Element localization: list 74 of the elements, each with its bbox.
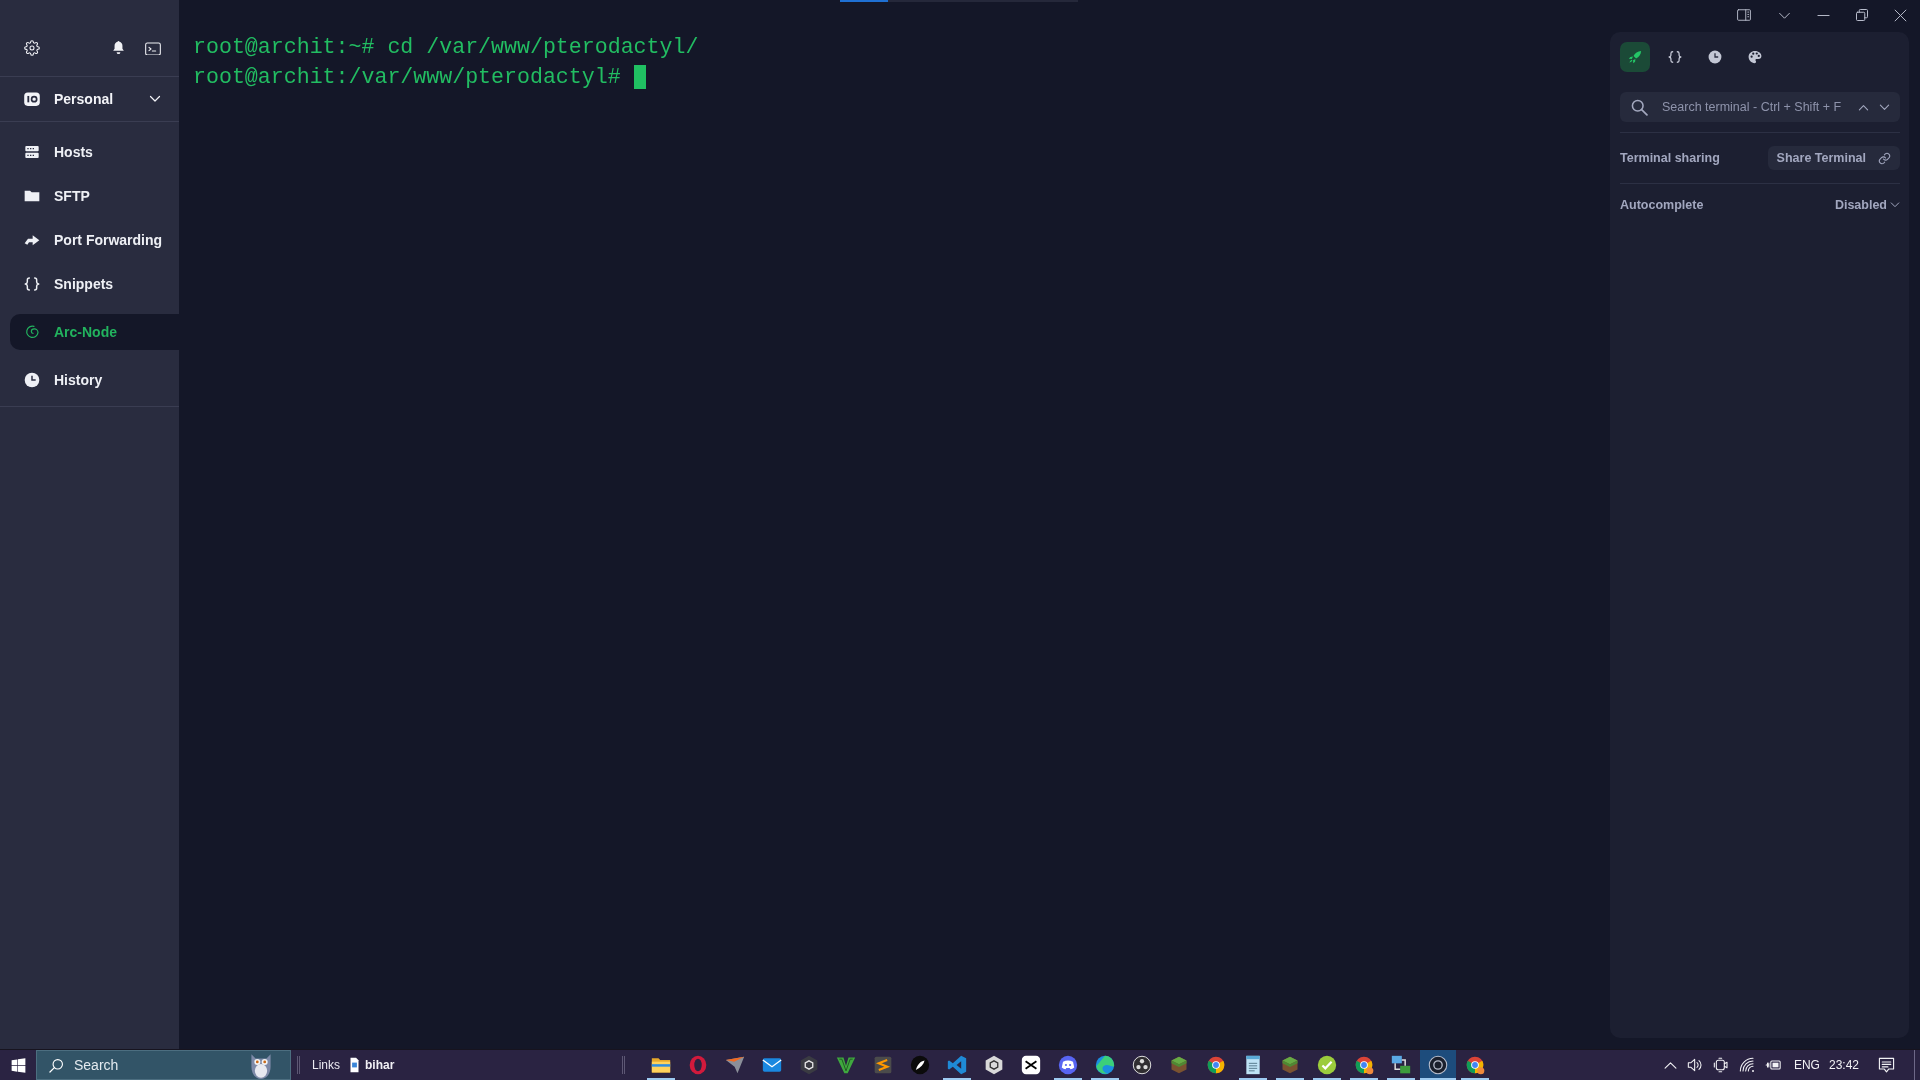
link-icon — [1878, 151, 1891, 165]
server-icon — [24, 144, 40, 160]
envelope-icon — [762, 1055, 782, 1075]
ring-icon — [688, 1055, 708, 1075]
share-terminal-button[interactable]: Share Terminal — [1767, 146, 1900, 170]
search-icon — [1631, 98, 1648, 116]
search-field[interactable]: Search — [36, 1050, 291, 1080]
sidebar-item[interactable]: Snippets — [0, 262, 179, 306]
four-pane-logo-icon — [10, 1057, 26, 1073]
segmented-circle-icon — [1354, 1055, 1374, 1075]
terminal-icon[interactable] — [145, 40, 161, 55]
clock-icon — [1708, 50, 1722, 64]
feather-icon — [910, 1055, 930, 1075]
camera-icon[interactable] — [1712, 1057, 1729, 1073]
settings-icon[interactable] — [24, 39, 40, 56]
x-tile-icon — [1021, 1055, 1041, 1075]
panel-toggle-icon[interactable] — [1736, 8, 1752, 22]
close-icon[interactable] — [1894, 8, 1907, 22]
folder-icon — [24, 188, 40, 204]
hexagon-icon — [799, 1055, 819, 1075]
braces-icon — [24, 276, 40, 292]
grass-block-icon — [1280, 1055, 1300, 1075]
notification-icon[interactable] — [1878, 1056, 1895, 1074]
sidebar-item[interactable]: Arc-Node — [10, 314, 179, 350]
vault-icon — [23, 90, 41, 108]
restore-icon[interactable] — [1856, 9, 1868, 21]
swirl-icon — [24, 324, 40, 340]
terminal-line: root@archit:~# cd /var/www/pterodactyl/ — [193, 34, 699, 61]
segmented-circle-icon — [1465, 1055, 1485, 1075]
wifi-icon[interactable] — [1738, 1057, 1755, 1073]
arrowhead-icon — [725, 1055, 745, 1075]
grass-block-icon — [1169, 1055, 1189, 1075]
search-input[interactable]: Search terminal - Ctrl + Shift + F — [1662, 97, 1850, 117]
battery-icon[interactable] — [1764, 1057, 1782, 1073]
speaker-icon[interactable] — [1686, 1057, 1703, 1073]
search-field[interactable]: Search terminal - Ctrl + Shift + F — [1620, 92, 1900, 122]
braces-icon — [1668, 50, 1682, 64]
ribbon-icon — [947, 1055, 967, 1075]
panel-tab[interactable] — [1620, 42, 1650, 72]
toolbar-item[interactable]: bihar — [349, 1056, 395, 1074]
file-icon — [349, 1057, 360, 1073]
chevron-down-icon — [1890, 200, 1900, 210]
sidebar-item[interactable]: Port Forwarding — [0, 218, 179, 262]
setting-label: Autocomplete — [1620, 196, 1704, 214]
zigzag-tile-icon — [873, 1055, 893, 1075]
three-dot-circle-icon — [1132, 1055, 1152, 1075]
bell-icon[interactable] — [111, 39, 126, 56]
sidebar-item[interactable]: History — [0, 358, 179, 402]
sidebar-item[interactable]: SFTP — [0, 174, 179, 218]
taskbar-app-button[interactable] — [1420, 1050, 1456, 1080]
search-input[interactable]: Search — [74, 1054, 214, 1076]
check-circle-icon — [1317, 1055, 1337, 1075]
clock-icon — [24, 372, 40, 388]
language-indicator[interactable]: ENG — [1793, 1056, 1820, 1074]
setting-label: Terminal sharing — [1620, 149, 1720, 167]
folder-icon — [651, 1055, 671, 1075]
wave-circle-icon — [1095, 1055, 1115, 1075]
segmented-circle-icon — [1206, 1055, 1226, 1075]
toolbar-label: Links — [312, 1057, 340, 1074]
sidebar-item[interactable]: Hosts — [0, 130, 179, 174]
notepad-icon — [1243, 1055, 1263, 1075]
v-mark-icon — [836, 1055, 856, 1075]
lens-icon — [1428, 1055, 1448, 1075]
network-icon — [1391, 1055, 1411, 1075]
rocket-icon — [1628, 50, 1642, 64]
terminal-line: root@archit:/var/www/pterodactyl# — [193, 64, 621, 91]
autocomplete-dropdown[interactable]: Disabled — [1834, 195, 1900, 215]
search-icon — [49, 1057, 64, 1073]
controller-icon — [1058, 1055, 1078, 1075]
clock-time[interactable]: 23:42 — [1828, 1056, 1859, 1074]
hexagon-icon — [984, 1055, 1004, 1075]
bird-illustration — [250, 1053, 272, 1079]
palette-icon — [1748, 50, 1762, 64]
vault-selector[interactable]: Personal — [0, 77, 179, 121]
